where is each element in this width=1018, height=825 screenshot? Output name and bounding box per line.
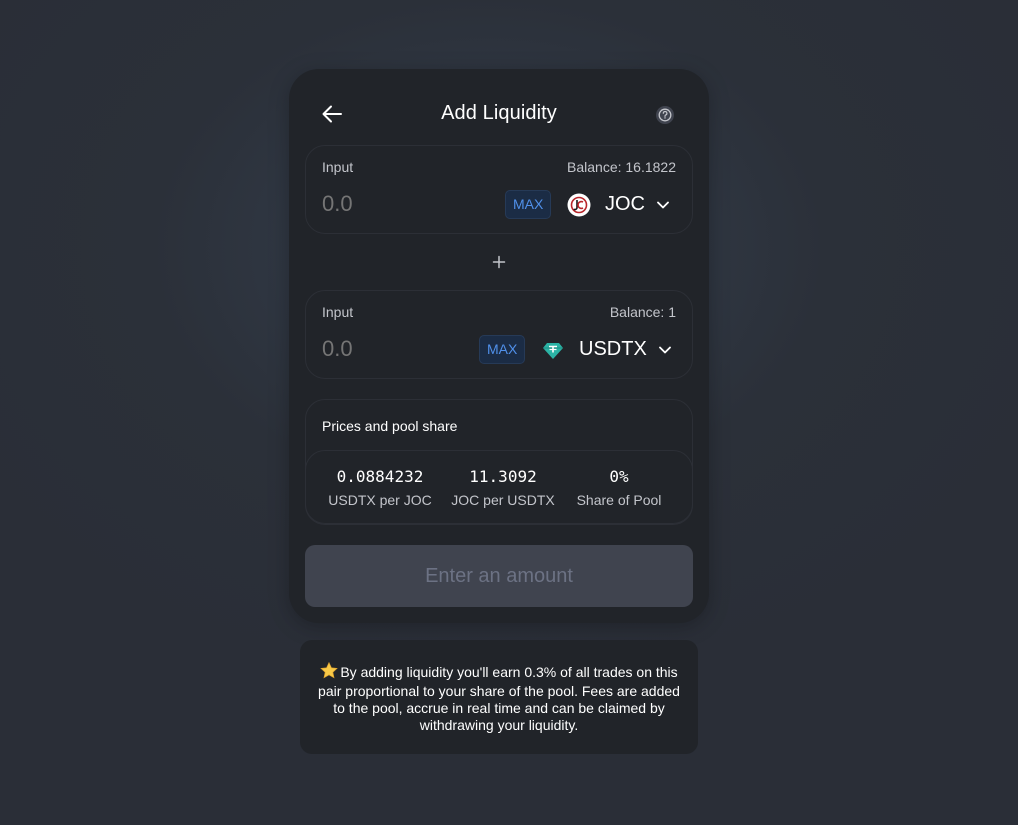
prices-title: Prices and pool share — [322, 418, 458, 434]
liquidity-info-note: By adding liquidity you'll earn 0.3% of … — [300, 640, 698, 754]
stat-usdtx-per-joc: 0.0884232 USDTX per JOC — [328, 467, 432, 508]
token-selector-joc[interactable]: JOC — [567, 190, 669, 219]
card-header: Add Liquidity — [289, 69, 709, 145]
token-symbol: USDTX — [579, 338, 647, 360]
token-symbol: JOC — [605, 193, 645, 215]
balance-label: Balance: 1 — [609, 304, 676, 320]
input-label: Input — [322, 159, 354, 175]
stat-label: USDTX per JOC — [328, 492, 432, 508]
stat-joc-per-usdtx: 11.3092 JOC per USDTX — [450, 467, 556, 508]
token-input-panel-b: Input Balance: 1 MAX USDTX — [305, 290, 693, 379]
input-label: Input — [322, 304, 354, 320]
amount-input[interactable] — [322, 335, 472, 363]
help-button[interactable] — [655, 105, 675, 125]
max-button[interactable]: MAX — [505, 190, 552, 219]
note-text: By adding liquidity you'll earn 0.3% of … — [318, 664, 680, 733]
chevron-down-icon — [658, 346, 671, 354]
chevron-down-icon — [657, 201, 669, 209]
plus-icon — [489, 252, 509, 272]
token-selector-usdtx[interactable]: USDTX — [541, 335, 671, 364]
stat-value: 11.3092 — [469, 467, 537, 486]
token-input-panel-a: Input Balance: 16.1822 MAX JOC — [305, 145, 693, 234]
enter-amount-button[interactable]: Enter an amount — [305, 545, 693, 607]
prices-and-pool-share: Prices and pool share 0.0884232 USDTX pe… — [305, 399, 693, 525]
add-liquidity-card: Add Liquidity Input Balance: 16.1822 MAX… — [289, 69, 709, 623]
stat-share-of-pool: 0% Share of Pool — [573, 467, 665, 508]
amount-input[interactable] — [322, 190, 472, 218]
star-icon — [320, 661, 339, 683]
stat-label: Share of Pool — [576, 492, 662, 508]
stat-value: 0% — [609, 467, 629, 486]
usdtx-token-icon — [543, 342, 563, 359]
max-button[interactable]: MAX — [479, 335, 526, 364]
stat-value: 0.0884232 — [336, 467, 424, 486]
page-title: Add Liquidity — [441, 102, 557, 124]
stat-label: JOC per USDTX — [451, 492, 555, 508]
joc-token-icon — [567, 193, 591, 216]
prices-stats: 0.0884232 USDTX per JOC 11.3092 JOC per … — [305, 450, 693, 525]
question-circle-icon — [656, 106, 674, 124]
balance-label: Balance: 16.1822 — [567, 159, 676, 175]
